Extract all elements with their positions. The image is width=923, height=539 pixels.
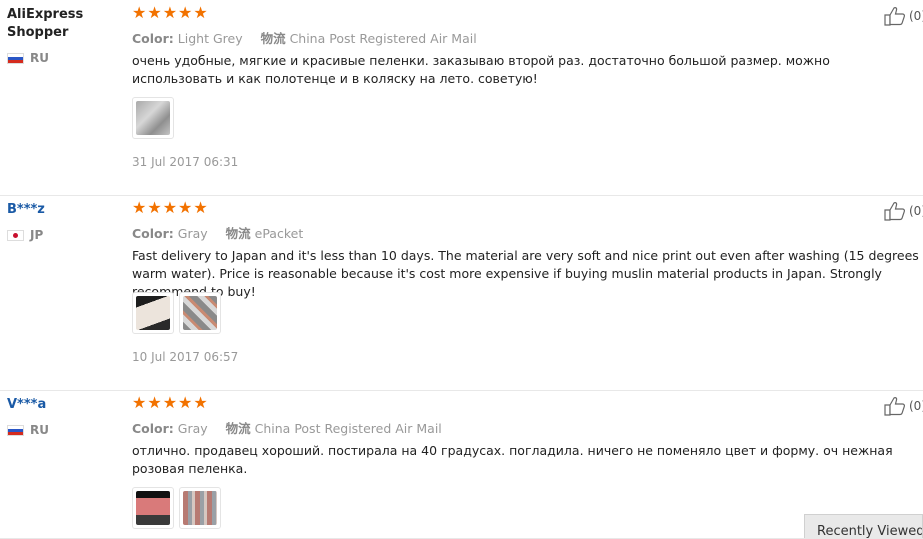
review-text: очень удобные, мягкие и красивые пеленки… bbox=[132, 53, 830, 86]
shipping-label: 物流 bbox=[260, 31, 286, 46]
review-date: 10 Jul 2017 06:57 bbox=[132, 350, 239, 364]
buyer-country: RU bbox=[7, 423, 49, 437]
order-info: Color: Gray 物流 ePacket bbox=[132, 223, 303, 242]
review-text: отлично. продавец хороший. постирала на … bbox=[132, 443, 893, 476]
star-icon: ★ bbox=[147, 393, 162, 412]
color-label: Color: bbox=[132, 421, 174, 436]
star-icon: ★ bbox=[162, 393, 178, 412]
review-item: AliExpress Shopper RU ★ ★ ★ ★ ★ Color: L… bbox=[0, 0, 923, 196]
thumbs-up-icon bbox=[884, 7, 905, 26]
star-icon: ★ bbox=[193, 393, 208, 412]
review-photos bbox=[132, 487, 221, 529]
review-photo[interactable] bbox=[132, 292, 174, 334]
star-rating: ★ ★ ★ ★ ★ bbox=[132, 395, 208, 411]
shipping-value: ePacket bbox=[254, 226, 304, 241]
japan-flag-icon bbox=[7, 229, 24, 241]
review-date: 31 Jul 2017 06:31 bbox=[132, 155, 239, 169]
russia-flag-icon bbox=[7, 52, 24, 64]
review-photo[interactable] bbox=[132, 487, 174, 529]
helpful-button[interactable]: (0) bbox=[883, 201, 923, 221]
thumbs-up-icon bbox=[884, 202, 905, 221]
helpful-count: (0) bbox=[909, 399, 923, 413]
helpful-count: (0) bbox=[909, 9, 923, 23]
shipping-label: 物流 bbox=[225, 421, 251, 436]
star-icon: ★ bbox=[193, 198, 208, 217]
review-photo[interactable] bbox=[179, 487, 221, 529]
review-photos bbox=[132, 97, 174, 139]
review-item: B***z JP ★ ★ ★ ★ ★ Color: Gray 物流 ePacke… bbox=[0, 195, 923, 391]
star-icon: ★ bbox=[147, 3, 162, 22]
star-icon: ★ bbox=[147, 198, 162, 217]
shipping-value: China Post Registered Air Mail bbox=[254, 421, 442, 436]
buyer-name[interactable]: AliExpress Shopper bbox=[7, 6, 117, 42]
star-icon: ★ bbox=[132, 3, 147, 22]
russia-flag-icon bbox=[7, 424, 24, 436]
star-icon: ★ bbox=[132, 393, 147, 412]
star-icon: ★ bbox=[178, 198, 193, 217]
helpful-button[interactable]: (0) bbox=[883, 396, 923, 416]
buyer-name[interactable]: V***a bbox=[7, 396, 117, 414]
review-photo[interactable] bbox=[132, 97, 174, 139]
review-item: V***a RU ★ ★ ★ ★ ★ Color: Gray 物流 China … bbox=[0, 390, 923, 539]
star-icon: ★ bbox=[162, 3, 178, 22]
buyer-country: JP bbox=[7, 228, 43, 242]
country-code: JP bbox=[30, 228, 44, 242]
color-label: Color: bbox=[132, 31, 174, 46]
buyer-name[interactable]: B***z bbox=[7, 201, 117, 219]
star-icon: ★ bbox=[132, 198, 147, 217]
review-text: Fast delivery to Japan and it's less tha… bbox=[132, 248, 919, 299]
shipping-value: China Post Registered Air Mail bbox=[289, 31, 477, 46]
order-info: Color: Gray 物流 China Post Registered Air… bbox=[132, 418, 442, 437]
shipping-label: 物流 bbox=[225, 226, 251, 241]
star-icon: ★ bbox=[193, 3, 208, 22]
color-value: Gray bbox=[177, 226, 208, 241]
recently-viewed-tab[interactable]: Recently Viewed bbox=[804, 514, 923, 538]
review-photo[interactable] bbox=[179, 292, 221, 334]
country-code: RU bbox=[30, 51, 49, 65]
color-value: Gray bbox=[177, 421, 208, 436]
country-code: RU bbox=[30, 423, 49, 437]
star-rating: ★ ★ ★ ★ ★ bbox=[132, 200, 208, 216]
helpful-count: (0) bbox=[909, 204, 923, 218]
review-photos bbox=[132, 292, 221, 334]
buyer-country: RU bbox=[7, 51, 49, 65]
order-info: Color: Light Grey 物流 China Post Register… bbox=[132, 28, 477, 47]
helpful-button[interactable]: (0) bbox=[883, 6, 923, 26]
color-value: Light Grey bbox=[177, 31, 243, 46]
star-icon: ★ bbox=[178, 393, 193, 412]
thumbs-up-icon bbox=[884, 397, 905, 416]
star-rating: ★ ★ ★ ★ ★ bbox=[132, 5, 208, 21]
color-label: Color: bbox=[132, 226, 174, 241]
star-icon: ★ bbox=[162, 198, 178, 217]
star-icon: ★ bbox=[178, 3, 193, 22]
